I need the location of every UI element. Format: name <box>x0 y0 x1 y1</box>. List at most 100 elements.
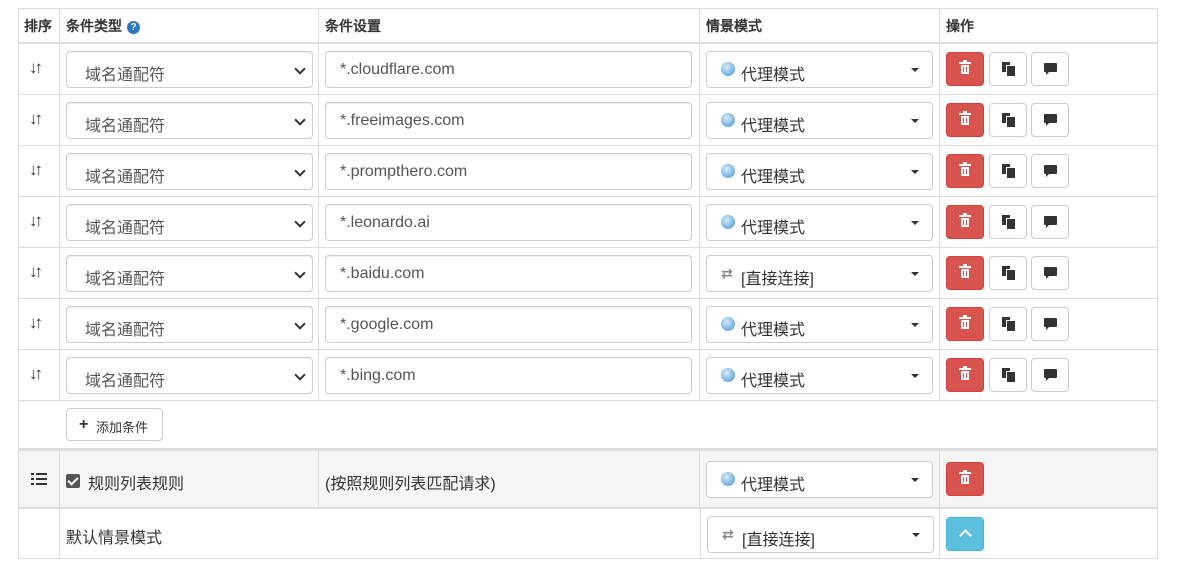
table-row: ↓↑ 域名通配符 *.bing.com 代理模式 <box>18 350 1158 401</box>
sort-handle-icon[interactable]: ↓↑ <box>29 262 43 282</box>
copy-icon <box>1002 368 1016 383</box>
profile-select[interactable]: 代理模式 <box>706 306 933 343</box>
sort-handle-icon[interactable]: ↓↑ <box>29 58 43 78</box>
condition-pattern-input[interactable]: *.cloudflare.com <box>325 51 692 88</box>
default-empty-cell <box>19 509 60 558</box>
delete-button[interactable] <box>946 52 984 86</box>
actions-cell <box>940 299 1158 349</box>
profile-select[interactable]: 代理模式 <box>706 102 933 139</box>
table-header: 排序 条件类型? 条件设置 情景模式 操作 <box>18 8 1158 44</box>
swap-icon: ⇄ <box>722 526 734 542</box>
note-button[interactable] <box>1031 205 1069 239</box>
condition-pattern-input[interactable]: *.baidu.com <box>325 255 692 292</box>
copy-icon <box>1002 113 1016 128</box>
rule-list-label: 规则列表规则 <box>88 476 185 493</box>
globe-icon <box>721 164 735 178</box>
header-profile: 情景模式 <box>700 9 940 42</box>
add-condition-button[interactable]: + 添加条件 <box>66 408 163 441</box>
condition-pattern-input[interactable]: *.prompthero.com <box>325 153 692 190</box>
profile-select[interactable]: 代理模式 <box>706 204 933 241</box>
clone-button[interactable] <box>989 307 1027 341</box>
delete-button[interactable] <box>946 358 984 392</box>
condition-type-select[interactable]: 域名通配符 <box>66 51 313 88</box>
clone-button[interactable] <box>989 358 1027 392</box>
clone-button[interactable] <box>989 256 1027 290</box>
plus-icon: + <box>79 416 89 433</box>
scroll-up-button[interactable] <box>946 517 984 551</box>
default-label-cell: 默认情景模式 <box>60 509 700 558</box>
table-row: ↓↑ 域名通配符 *.leonardo.ai 代理模式 <box>18 197 1158 248</box>
profile-select[interactable]: 代理模式 <box>706 51 933 88</box>
profile-cell: ⇄ [直接连接] <box>700 248 940 298</box>
condition-type-cell: 域名通配符 <box>60 95 319 145</box>
condition-pattern-input[interactable]: *.freeimages.com <box>325 102 692 139</box>
copy-icon <box>1002 317 1016 332</box>
sort-handle-icon[interactable]: ↓↑ <box>29 211 43 231</box>
condition-type-select[interactable]: 域名通配符 <box>66 306 313 343</box>
caret-down-icon <box>911 170 919 174</box>
copy-icon <box>1002 266 1016 281</box>
note-button[interactable] <box>1031 307 1069 341</box>
actions-cell <box>940 248 1158 298</box>
default-profile-label: 默认情景模式 <box>66 530 163 547</box>
copy-icon <box>1002 215 1016 230</box>
profile-select[interactable]: ⇄ [直接连接] <box>706 255 933 292</box>
sort-handle-icon[interactable]: ↓↑ <box>29 313 43 333</box>
condition-setting-cell: *.google.com <box>319 299 700 349</box>
condition-type-cell: 域名通配符 <box>60 197 319 247</box>
chevron-down-icon <box>294 216 306 228</box>
rule-list-type-cell: 规则列表规则 <box>60 451 319 507</box>
trash-icon <box>959 264 971 278</box>
profile-cell: 代理模式 <box>700 44 940 94</box>
condition-pattern-input[interactable]: *.leonardo.ai <box>325 204 692 241</box>
delete-button[interactable] <box>946 103 984 137</box>
table-row: ↓↑ 域名通配符 *.freeimages.com 代理模式 <box>18 95 1158 146</box>
clone-button[interactable] <box>989 205 1027 239</box>
note-button[interactable] <box>1031 358 1069 392</box>
delete-button[interactable] <box>946 256 984 290</box>
sort-handle-icon[interactable]: ↓↑ <box>29 364 43 384</box>
condition-pattern-input[interactable]: *.google.com <box>325 306 692 343</box>
condition-type-select[interactable]: 域名通配符 <box>66 102 313 139</box>
delete-button[interactable] <box>946 205 984 239</box>
delete-button[interactable] <box>946 154 984 188</box>
chevron-up-icon <box>959 529 972 542</box>
note-button[interactable] <box>1031 154 1069 188</box>
rule-list-delete-button[interactable] <box>946 462 984 496</box>
header-sort: 排序 <box>19 9 60 42</box>
note-button[interactable] <box>1031 52 1069 86</box>
condition-type-select[interactable]: 域名通配符 <box>66 204 313 241</box>
profile-cell: 代理模式 <box>700 299 940 349</box>
clone-button[interactable] <box>989 52 1027 86</box>
delete-button[interactable] <box>946 307 984 341</box>
sort-handle-icon[interactable]: ↓↑ <box>29 109 43 129</box>
condition-setting-cell: *.freeimages.com <box>319 95 700 145</box>
profile-select[interactable]: 代理模式 <box>706 153 933 190</box>
default-actions-cell <box>940 509 1158 558</box>
note-button[interactable] <box>1031 103 1069 137</box>
comment-icon <box>1044 318 1057 330</box>
note-button[interactable] <box>1031 256 1069 290</box>
clone-button[interactable] <box>989 154 1027 188</box>
globe-icon <box>721 113 735 127</box>
rule-list-profile-select[interactable]: 代理模式 <box>706 461 933 498</box>
chevron-down-icon <box>294 63 306 75</box>
rule-list-profile-cell: 代理模式 <box>700 451 940 507</box>
chevron-down-icon <box>294 318 306 330</box>
condition-type-select[interactable]: 域名通配符 <box>66 255 313 292</box>
profile-select[interactable]: 代理模式 <box>706 357 933 394</box>
swap-icon: ⇄ <box>721 265 733 281</box>
sort-cell: ↓↑ <box>19 350 60 400</box>
help-icon[interactable]: ? <box>127 21 140 34</box>
condition-type-select[interactable]: 域名通配符 <box>66 357 313 394</box>
condition-pattern-input[interactable]: *.bing.com <box>325 357 692 394</box>
sort-handle-icon[interactable]: ↓↑ <box>29 160 43 180</box>
clone-button[interactable] <box>989 103 1027 137</box>
condition-type-select[interactable]: 域名通配符 <box>66 153 313 190</box>
add-condition-label: 添加条件 <box>96 420 149 435</box>
default-profile-select[interactable]: ⇄ [直接连接] <box>707 516 934 553</box>
rule-list-actions-cell <box>940 451 1158 507</box>
header-actions: 操作 <box>946 18 974 34</box>
rule-list-checkbox[interactable] <box>66 474 80 488</box>
default-profile-cell: ⇄ [直接连接] <box>700 509 940 558</box>
